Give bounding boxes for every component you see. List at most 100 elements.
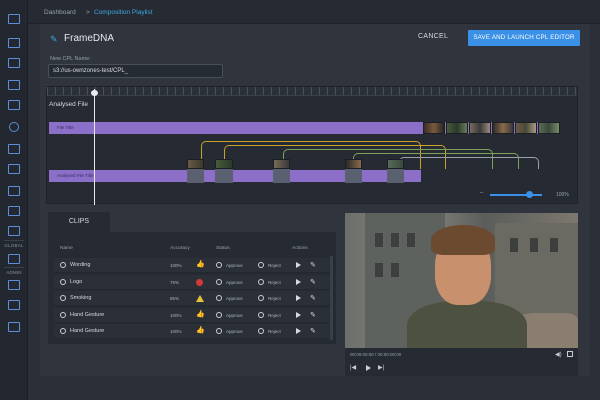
timeline[interactable]: Analysed File File Title Analysed File T… [46,86,578,205]
reject-radio[interactable] [258,262,264,268]
table-row[interactable]: Smoking 85% Approve Reject ✎ [54,291,330,306]
admin-dashboard-icon[interactable] [8,280,20,290]
volume-icon[interactable]: ◀) [555,351,562,358]
admin-monitor-icon[interactable] [8,300,20,310]
video-play-icon[interactable] [366,365,371,371]
thumbs-up-icon: 👍 [196,261,205,268]
play-clip-icon[interactable] [296,295,301,301]
analysed-file-track[interactable]: Analysed File Title [49,170,421,182]
thumbs-up-icon: 👍 [196,327,205,334]
film-icon-4[interactable] [8,254,20,264]
clip-segment[interactable] [345,169,362,183]
reject-label: Reject [268,279,281,285]
column-header-accuracy: Accuracy [170,246,190,251]
dashboard-icon[interactable] [8,14,20,24]
table-row[interactable]: Hand Gesture 100% 👍 Approve Reject ✎ [54,324,330,339]
fullscreen-icon[interactable] [567,351,573,357]
table-row[interactable]: Logo 75% Approve Reject ✎ [54,274,330,290]
monitor-icon[interactable] [8,144,20,154]
film-icon[interactable] [8,186,20,196]
sidebar: GLOBAL ADMIN [0,0,28,400]
image-icon[interactable] [8,58,20,68]
play-clip-icon[interactable] [296,278,301,285]
video-preview[interactable] [345,213,578,348]
clip-segment[interactable] [387,169,404,183]
cpl-name-input[interactable]: s3://us-ownzones-test/CPL_ [48,64,223,78]
skip-forward-icon[interactable]: ▶| [378,364,384,371]
pencil-icon[interactable]: ✎ [50,34,58,45]
file-thumbnail[interactable] [538,122,560,134]
edit-clip-icon[interactable]: ✎ [310,327,316,335]
file-thumbnail[interactable] [492,122,514,134]
edit-clip-icon[interactable]: ✎ [310,311,316,319]
clip-accuracy: 100% [170,329,182,334]
calendar-icon[interactable] [8,100,20,110]
clip-accuracy: 75% [170,279,180,285]
table-row[interactable]: Hand Gesture 100% 👍 Approve Reject ✎ [54,307,330,323]
film-icon-3[interactable] [8,226,20,236]
zoom-slider-handle[interactable] [525,191,533,198]
admin-film-icon[interactable] [8,322,20,332]
layers-icon[interactable] [8,80,20,90]
approve-radio[interactable] [216,262,222,268]
reject-label: Reject [268,296,281,301]
approve-label: Approve [226,296,243,301]
reject-radio[interactable] [258,328,264,334]
video-timecode: 00:00:00:00 / 00:00:00:00 [350,352,402,357]
flow-icon[interactable] [8,164,20,174]
clip-segment[interactable] [187,169,204,183]
edit-clip-icon[interactable]: ✎ [310,278,316,286]
approve-radio[interactable] [216,295,222,301]
globe-icon[interactable] [9,122,19,132]
file-thumbnail[interactable] [423,122,445,134]
play-clip-icon[interactable] [296,311,301,318]
approve-radio[interactable] [216,328,222,334]
clip-thumbnail[interactable] [215,159,233,169]
table-row[interactable]: Wording 100% 👍 Approve Reject ✎ [54,258,330,273]
clip-name: Smoking [70,295,92,301]
link-line [399,157,539,169]
breadcrumb-current[interactable]: Composition Playlist [94,9,153,16]
edit-clip-icon[interactable]: ✎ [310,261,316,269]
row-select-radio[interactable] [60,262,66,268]
zoom-out-icon[interactable]: – [480,190,483,196]
cpl-name-label: New CPL Name: [50,56,91,62]
file-thumbnail[interactable] [515,122,537,134]
zoom-slider[interactable] [490,194,542,196]
file-thumbnail[interactable] [446,122,468,134]
approve-radio[interactable] [216,278,222,285]
breadcrumb-dashboard[interactable]: Dashboard [44,9,76,16]
play-clip-icon[interactable] [296,328,301,334]
playhead-handle[interactable] [91,90,98,96]
skip-back-icon[interactable]: |◀ [350,364,356,371]
clip-segment[interactable] [273,169,290,183]
clip-accuracy: 85% [170,296,180,301]
playhead[interactable] [94,89,95,205]
file-thumbnail[interactable] [469,122,491,134]
clip-name: Logo [70,278,83,285]
timeline-ruler[interactable] [47,87,577,96]
save-and-launch-button[interactable]: SAVE AND LAUNCH CPL EDITOR [468,30,580,46]
clips-scrollbar[interactable] [330,256,333,340]
list-icon[interactable] [8,38,20,48]
tab-clips[interactable]: CLIPS [48,212,110,232]
edit-clip-icon[interactable]: ✎ [310,294,316,302]
clip-thumbnail[interactable] [387,159,404,169]
analysed-track-label: Analysed File Title [57,173,94,178]
clip-thumbnail[interactable] [345,159,362,169]
clip-thumbnail[interactable] [187,159,204,169]
row-select-radio[interactable] [60,278,66,285]
film-icon-2[interactable] [8,206,20,216]
approve-label: Approve [226,263,243,268]
cancel-button[interactable]: CANCEL [418,33,448,40]
clip-thumbnail[interactable] [273,159,290,169]
row-select-radio[interactable] [60,328,66,334]
play-clip-icon[interactable] [296,262,301,268]
row-select-radio[interactable] [60,295,66,301]
reject-radio[interactable] [258,311,264,318]
clip-segment[interactable] [215,169,233,183]
reject-radio[interactable] [258,278,264,285]
reject-radio[interactable] [258,295,264,301]
approve-radio[interactable] [216,311,222,318]
row-select-radio[interactable] [60,311,66,318]
